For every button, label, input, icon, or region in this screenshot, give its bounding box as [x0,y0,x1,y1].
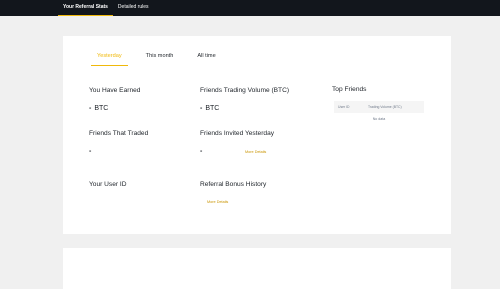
tab-this-month[interactable]: This month [140,53,180,66]
referral-stats-card: Yesterday This month All time You Have E… [63,36,451,234]
top-friends-table: User ID Trading Volume (BTC) No data [334,101,424,121]
invited-more-details-link[interactable]: More Details [245,150,266,154]
top-nav: Your Referral Stats Detailed rules [58,0,154,16]
tab-all-time[interactable]: All time [191,53,221,66]
top-friends-title: Top Friends [332,86,367,93]
user-id-label: Your User ID [89,181,127,188]
trading-volume-label: Friends Trading Volume (BTC) [200,87,290,94]
no-data-text: No data [372,117,386,121]
top-friends-header: User ID Trading Volume (BTC) [334,101,424,113]
column-trading-volume: Trading Volume (BTC) [368,105,402,109]
friends-traded-label: Friends That Traded [89,130,149,137]
bonus-more-details-link[interactable]: More Details [207,200,228,204]
period-tabs: Yesterday This month All time [91,53,234,66]
trading-volume-unit: BTC [205,105,220,112]
tab-yesterday[interactable]: Yesterday [91,53,128,66]
trading-volume-amount: - [200,105,203,112]
invited-yesterday-value: - [200,148,203,155]
earned-label: You Have Earned [89,87,141,94]
nav-tab-referral-stats[interactable]: Your Referral Stats [58,0,113,16]
nav-tab-detailed-rules[interactable]: Detailed rules [113,0,154,16]
column-user-id: User ID [338,105,350,109]
secondary-card [63,248,451,289]
top-bar: Your Referral Stats Detailed rules [0,0,500,16]
earned-value: - BTC [89,105,108,112]
earned-amount: - [89,105,92,112]
friends-traded-value: - [89,148,92,155]
trading-volume-value: - BTC [200,105,219,112]
invited-yesterday-label: Friends Invited Yesterday [200,130,275,137]
bonus-history-label: Referral Bonus History [200,181,267,188]
earned-unit: BTC [94,105,109,112]
